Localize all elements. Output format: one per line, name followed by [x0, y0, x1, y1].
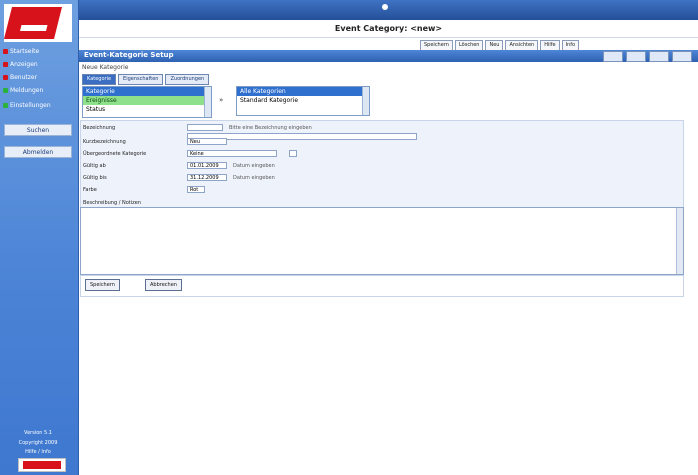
valid-to-hint: Datum eingeben	[233, 175, 275, 181]
messages-icon	[3, 88, 8, 93]
cancel-button[interactable]: Abbrechen	[145, 279, 182, 291]
move-arrow-icon[interactable]: »	[219, 96, 223, 104]
field-label: Bezeichnung	[83, 125, 116, 131]
list-item[interactable]: Ereignisse	[83, 96, 211, 105]
field-label: Gültig bis	[83, 175, 107, 181]
section-note: Neue Kategorie	[82, 64, 129, 71]
right-select-list[interactable]: Alle Kategorien Standard Kategorie	[236, 86, 370, 116]
sidebar-item-home[interactable]: Startseite	[2, 46, 74, 58]
footer-logo	[18, 458, 66, 472]
list-item[interactable]: Status	[83, 105, 211, 114]
scrollbar[interactable]	[362, 87, 369, 115]
valid-to-input[interactable]: 31.12.2009	[187, 174, 227, 181]
users-icon	[3, 75, 8, 80]
copyright-text: Copyright 2009	[18, 440, 58, 446]
action-bar: Speichern Abbrechen	[80, 275, 684, 297]
sidebar-item-settings[interactable]: Einstellungen	[2, 100, 74, 112]
close-icon[interactable]	[672, 51, 692, 62]
section-title: Event-Kategorie Setup	[84, 51, 174, 59]
description-label: Beschreibung / Notizen	[83, 200, 142, 206]
name-hint: Bitte eine Bezeichnung eingeben	[229, 125, 312, 131]
field-label: Farbe	[83, 187, 97, 193]
tab-category[interactable]: Kategorie	[82, 74, 117, 85]
view-icon	[3, 62, 8, 67]
search-button[interactable]: Suchen	[4, 124, 72, 136]
print-icon[interactable]	[603, 51, 623, 62]
list-item[interactable]: Standard Kategorie	[237, 96, 369, 105]
description-textarea[interactable]	[80, 207, 684, 275]
tab-strip: Kategorie Eigenschaften Zuordnungen	[82, 74, 210, 85]
sidebar-item-view[interactable]: Anzeigen	[2, 59, 74, 71]
parent-category-select[interactable]: Keine	[187, 150, 277, 157]
settings-icon	[3, 103, 8, 108]
version-text: Version 5.1	[24, 430, 52, 436]
title-bar: Event Category: <new>	[79, 20, 698, 38]
field-label: Übergeordnete Kategorie	[83, 151, 147, 157]
category-form: Bezeichnung Bitte eine Bezeichnung einge…	[80, 120, 684, 212]
scrollbar[interactable]	[204, 87, 211, 117]
sidebar: Startseite Anzeigen Benutzer Meldungen E…	[0, 0, 79, 475]
dropdown-icon[interactable]	[289, 150, 297, 157]
sidebar-item-messages[interactable]: Meldungen	[2, 85, 74, 97]
page-title: Event Category: <new>	[334, 24, 443, 33]
brand-logo	[4, 4, 72, 42]
save-button[interactable]: Speichern	[85, 279, 120, 291]
help-link[interactable]: Hilfe / Info	[4, 449, 72, 455]
toolbar: Speichern Löschen Neu Ansichten Hilfe In…	[420, 40, 580, 51]
field-label: Gültig ab	[83, 163, 106, 169]
valid-from-hint: Datum eingeben	[233, 163, 275, 169]
valid-from-input[interactable]: 01.01.2009	[187, 162, 227, 169]
home-icon	[3, 49, 8, 54]
list-item[interactable]: Kategorie	[83, 87, 211, 96]
sidebar-item-users[interactable]: Benutzer	[2, 72, 74, 84]
pin-icon	[382, 4, 388, 10]
tab-properties[interactable]: Eigenschaften	[118, 74, 164, 85]
top-bar	[79, 0, 698, 20]
name-input[interactable]	[187, 124, 223, 131]
refresh-icon[interactable]	[649, 51, 669, 62]
short-name-input[interactable]: Neu	[187, 138, 227, 145]
logout-button[interactable]: Abmelden	[4, 146, 72, 158]
color-select[interactable]: Rot	[187, 186, 205, 193]
export-icon[interactable]	[626, 51, 646, 62]
tab-assignments[interactable]: Zuordnungen	[165, 74, 210, 85]
list-item[interactable]: Alle Kategorien	[237, 87, 369, 96]
scrollbar[interactable]	[676, 208, 683, 274]
field-label: Kurzbezeichnung	[83, 139, 126, 145]
left-select-list[interactable]: Kategorie Ereignisse Status	[82, 86, 212, 118]
